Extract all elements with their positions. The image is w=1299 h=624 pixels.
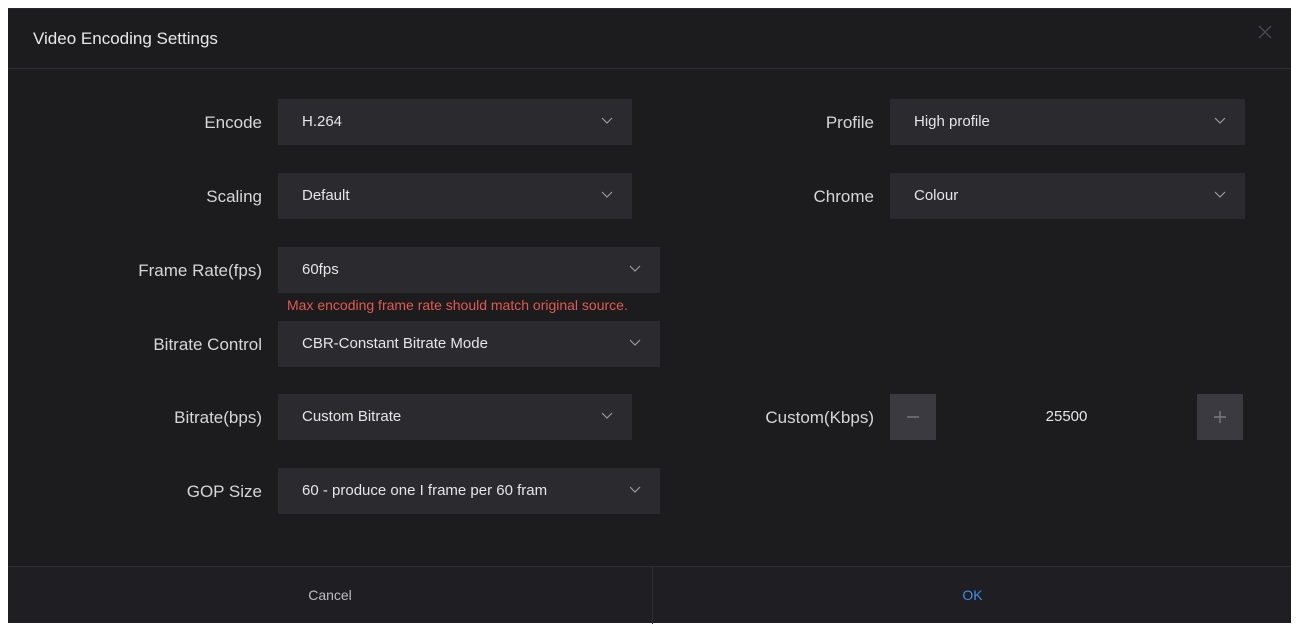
scaling-select[interactable]: Default <box>278 173 632 219</box>
chrome-select[interactable]: Colour <box>890 173 1245 219</box>
chevron-down-icon <box>601 412 613 419</box>
profile-value: High profile <box>914 113 990 130</box>
chevron-down-icon <box>629 486 641 493</box>
frame-rate-value: 60fps <box>302 261 339 278</box>
chevron-down-icon <box>1214 191 1226 198</box>
chevron-down-icon <box>601 191 613 198</box>
encode-select[interactable]: H.264 <box>278 99 632 145</box>
close-icon[interactable] <box>1255 23 1275 43</box>
bitrate-control-select[interactable]: CBR-Constant Bitrate Mode <box>278 321 660 367</box>
frame-rate-label: Frame Rate(fps) <box>138 261 262 280</box>
profile-select[interactable]: High profile <box>890 99 1245 145</box>
ok-button[interactable]: OK <box>654 567 1291 624</box>
dialog-footer: Cancel OK <box>8 566 1291 624</box>
bitrate-control-value: CBR-Constant Bitrate Mode <box>302 335 488 352</box>
bitrate-select[interactable]: Custom Bitrate <box>278 394 632 440</box>
gop-size-value: 60 - produce one I frame per 60 fram <box>302 482 548 499</box>
chrome-value: Colour <box>914 187 959 204</box>
encode-label: Encode <box>204 113 262 132</box>
video-encoding-dialog: Video Encoding Settings Encode H.264 Pro… <box>8 8 1291 624</box>
chevron-down-icon <box>1214 117 1226 124</box>
decrement-button[interactable] <box>890 394 936 440</box>
custom-kbps-input[interactable]: 25500 <box>936 394 1197 440</box>
custom-kbps-label: Custom(Kbps) <box>765 408 874 427</box>
cancel-button[interactable]: Cancel <box>8 567 653 624</box>
increment-button[interactable] <box>1197 394 1243 440</box>
chevron-down-icon <box>601 117 613 124</box>
dialog-titlebar: Video Encoding Settings <box>8 9 1291 69</box>
scaling-label: Scaling <box>206 187 262 206</box>
bitrate-value: Custom Bitrate <box>302 408 402 425</box>
chevron-down-icon <box>629 339 641 346</box>
scaling-value: Default <box>302 187 350 204</box>
gop-size-select[interactable]: 60 - produce one I frame per 60 fram <box>278 468 660 514</box>
frame-rate-warning: Max encoding frame rate should match ori… <box>287 297 628 313</box>
plus-icon <box>1214 411 1226 423</box>
encode-value: H.264 <box>302 113 343 130</box>
bitrate-control-label: Bitrate Control <box>153 335 262 354</box>
chevron-down-icon <box>629 265 641 272</box>
minus-icon <box>907 416 919 418</box>
profile-label: Profile <box>825 113 874 132</box>
chrome-label: Chrome <box>813 187 874 206</box>
dialog-title: Video Encoding Settings <box>33 29 218 48</box>
frame-rate-select[interactable]: 60fps <box>278 247 660 293</box>
bitrate-label: Bitrate(bps) <box>174 408 262 427</box>
gop-size-label: GOP Size <box>186 482 262 501</box>
